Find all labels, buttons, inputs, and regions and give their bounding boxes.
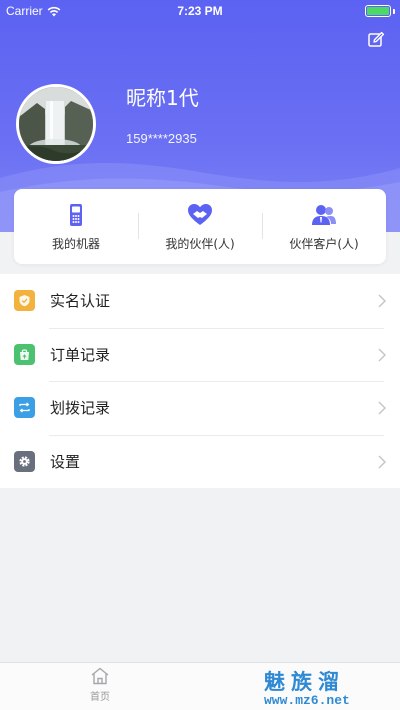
status-bar: Carrier 7:23 PM bbox=[0, 0, 400, 22]
menu-item-verification[interactable]: 实名认证 bbox=[0, 274, 400, 328]
menu-item-orders[interactable]: 订单记录 bbox=[0, 327, 400, 382]
chevron-right-icon bbox=[378, 401, 386, 415]
site-watermark: 魅族溜 www.mz6.net bbox=[264, 670, 394, 708]
chevron-right-icon bbox=[378, 348, 386, 361]
status-time: 7:23 PM bbox=[177, 4, 223, 18]
handshake-icon bbox=[188, 204, 212, 225]
home-icon bbox=[91, 667, 109, 685]
watermark-url: www.mz6.net bbox=[264, 693, 350, 708]
menu-label-verification: 实名认证 bbox=[50, 292, 111, 311]
tab-home[interactable]: 首页 bbox=[80, 667, 120, 707]
edit-icon[interactable] bbox=[367, 31, 385, 49]
battery-icon bbox=[365, 5, 391, 17]
menu-label-transfers: 划拨记录 bbox=[50, 399, 111, 418]
transfer-icon bbox=[14, 397, 35, 419]
quick-links-card: 我的机器 我的伙伴(人) 伙伴客户(人) bbox=[14, 189, 386, 264]
menu-label-orders: 订单记录 bbox=[50, 345, 111, 364]
chevron-right-icon bbox=[378, 455, 386, 468]
avatar[interactable] bbox=[16, 84, 96, 164]
phone-icon bbox=[70, 204, 82, 226]
user-nickname: 昵称1代 bbox=[126, 86, 199, 110]
waterfall-photo bbox=[19, 87, 93, 161]
watermark-brand: 魅族溜 bbox=[264, 670, 345, 694]
users-icon bbox=[312, 205, 336, 225]
my-machines-label: 我的机器 bbox=[51, 237, 100, 251]
partner-customers-label: 伙伴客户(人) bbox=[289, 237, 359, 251]
settings-menu: 实名认证 订单记录 划拨记录 设置 bbox=[0, 274, 400, 488]
menu-label-settings: 设置 bbox=[50, 452, 81, 471]
user-phone: 159****2935 bbox=[126, 131, 197, 146]
bag-icon bbox=[14, 343, 35, 365]
chevron-right-icon bbox=[378, 294, 386, 308]
tab-home-label: 首页 bbox=[90, 692, 110, 703]
my-partners-label: 我的伙伴(人) bbox=[165, 237, 235, 251]
shield-check-icon bbox=[14, 290, 35, 312]
menu-item-transfers[interactable]: 划拨记录 bbox=[0, 381, 400, 435]
gear-icon bbox=[14, 450, 35, 472]
my-partners-link[interactable]: 我的伙伴(人) bbox=[138, 189, 262, 264]
partner-customers-link[interactable]: 伙伴客户(人) bbox=[262, 189, 386, 264]
menu-item-settings[interactable]: 设置 bbox=[0, 434, 400, 489]
my-machines-link[interactable]: 我的机器 bbox=[14, 189, 138, 264]
battery-tip bbox=[393, 9, 395, 14]
